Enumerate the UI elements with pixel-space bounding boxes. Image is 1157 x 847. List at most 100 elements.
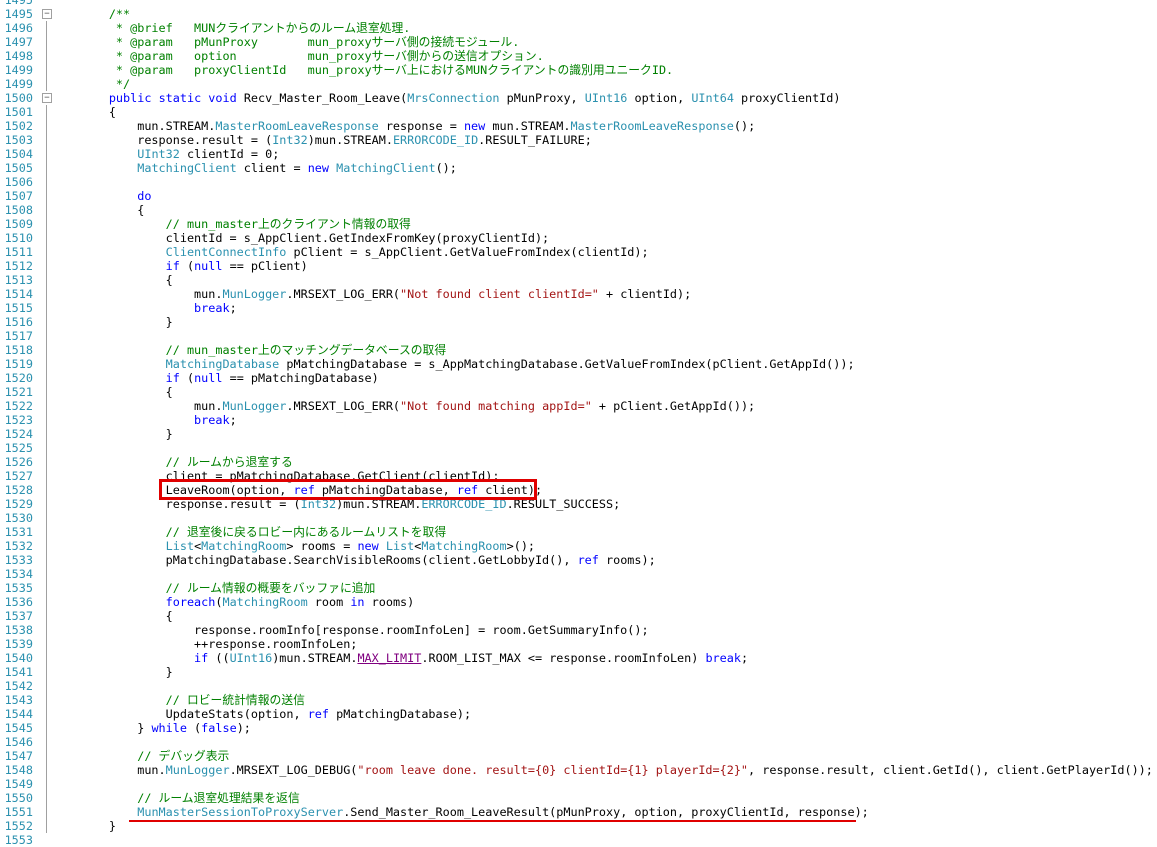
code-line[interactable]: 1518 // mun_master上のマッチングデータベースの取得	[0, 343, 1157, 357]
code-line[interactable]: 1535 // ルーム情報の概要をバッファに追加	[0, 581, 1157, 595]
fold-guide	[46, 637, 47, 651]
code-line[interactable]: 1540 if ((UInt16)mun.STREAM.MAX_LIMIT.RO…	[0, 651, 1157, 665]
code-token: // mun_master上のマッチングデータベースの取得	[52, 343, 447, 357]
code-line[interactable]: 1531 // 退室後に戻るロビー内にあるルームリストを取得	[0, 525, 1157, 539]
code-line[interactable]: 1543 // ロビー統計情報の送信	[0, 693, 1157, 707]
code-line[interactable]: 1521 {	[0, 385, 1157, 399]
line-number: 1532	[4, 539, 33, 553]
code-line[interactable]: 1522 mun.MunLogger.MRSEXT_LOG_ERR("Not f…	[0, 399, 1157, 413]
fold-guide	[46, 539, 47, 553]
code-line[interactable]: 1533 pMatchingDatabase.SearchVisibleRoom…	[0, 553, 1157, 567]
code-token: mun.STREAM.	[52, 119, 216, 133]
code-line[interactable]: 1524 }	[0, 427, 1157, 441]
code-line[interactable]: 1505 MatchingClient client = new Matchin…	[0, 161, 1157, 175]
code-line[interactable]: 1530	[0, 511, 1157, 525]
fold-guide	[46, 119, 47, 133]
code-line[interactable]: 1495− /**	[0, 7, 1157, 21]
code-line[interactable]: 1498 * @param option mun_proxyサーバ側からの送信オ…	[0, 49, 1157, 63]
code-line[interactable]: 1550 // ルーム退室処理結果を返信	[0, 791, 1157, 805]
code-line[interactable]: 1532 List<MatchingRoom> rooms = new List…	[0, 539, 1157, 553]
code-line[interactable]: 1547 // デバッグ表示	[0, 749, 1157, 763]
code-line[interactable]: 1519 MatchingDatabase pMatchingDatabase …	[0, 357, 1157, 371]
code-line[interactable]: 1499 */	[0, 77, 1157, 91]
code-line[interactable]: 1497 * @param pMunProxy mun_proxyサーバ側の接続…	[0, 35, 1157, 49]
code-text: if (null == pMatchingDatabase)	[52, 371, 379, 385]
code-token: (	[186, 721, 202, 735]
code-text: mun.MunLogger.MRSEXT_LOG_ERR("Not found …	[52, 287, 691, 301]
code-line[interactable]: 1513 {	[0, 273, 1157, 287]
code-line[interactable]: 1517	[0, 329, 1157, 343]
code-line[interactable]: 1499 * @param proxyClientId mun_proxyサーバ…	[0, 63, 1157, 77]
code-line[interactable]: 1549	[0, 777, 1157, 791]
code-line[interactable]: 1509 // mun_master上のクライアント情報の取得	[0, 217, 1157, 231]
code-token: room	[307, 595, 351, 609]
code-token: "Not found matching appId="	[400, 399, 592, 413]
code-line[interactable]: 1539 ++response.roomInfoLen;	[0, 637, 1157, 651]
code-line[interactable]: 1508 {	[0, 203, 1157, 217]
line-number: 1502	[4, 119, 33, 133]
code-line[interactable]: 1551 MunMasterSessionToProxyServer.Send_…	[0, 805, 1157, 819]
collapse-icon[interactable]: −	[42, 9, 52, 19]
code-line[interactable]: 1514 mun.MunLogger.MRSEXT_LOG_ERR("Not f…	[0, 287, 1157, 301]
code-line[interactable]: 1506	[0, 175, 1157, 189]
line-number: 1518	[4, 343, 33, 357]
code-line[interactable]: 1515 break;	[0, 301, 1157, 315]
code-line[interactable]: 1542	[0, 679, 1157, 693]
code-line[interactable]: 1541 }	[0, 665, 1157, 679]
code-token: proxyClientId)	[733, 91, 841, 105]
code-text: mun.STREAM.MasterRoomLeaveResponse respo…	[52, 119, 755, 133]
fold-guide	[46, 665, 47, 679]
fold-guide	[46, 189, 47, 203]
line-number: 1546	[4, 735, 33, 749]
code-editor[interactable]: 1495 1495− /** 1496 * @brief MUNクライアントからのル…	[0, 0, 1157, 847]
code-line[interactable]: 1520 if (null == pMatchingDatabase)	[0, 371, 1157, 385]
fold-guide	[46, 343, 47, 357]
code-token: new	[463, 119, 486, 133]
code-token: mun.	[52, 287, 223, 301]
fold-guide	[46, 693, 47, 707]
code-line[interactable]: 1495	[0, 0, 1157, 7]
code-token: response.result = (	[52, 133, 273, 147]
code-line[interactable]: 1525	[0, 441, 1157, 455]
line-number: 1526	[4, 455, 33, 469]
code-token: * @param proxyClientId mun_proxyサーバ上における…	[52, 63, 674, 77]
code-token: ++response.roomInfoLen;	[52, 637, 358, 651]
code-line[interactable]: 1496 * @brief MUNクライアントからのルーム退室処理.	[0, 21, 1157, 35]
code-line[interactable]: 1548 mun.MunLogger.MRSEXT_LOG_DEBUG("roo…	[0, 763, 1157, 777]
line-number: 1503	[4, 133, 33, 147]
code-token: MunLogger	[165, 763, 230, 777]
code-token: ;	[229, 301, 237, 315]
code-line[interactable]: 1516 }	[0, 315, 1157, 329]
collapse-icon[interactable]: −	[42, 93, 52, 103]
code-line[interactable]: 1546	[0, 735, 1157, 749]
code-token: false	[201, 721, 237, 735]
code-line[interactable]: 1507 do	[0, 189, 1157, 203]
code-token: break	[705, 651, 741, 665]
code-line[interactable]: 1523 break;	[0, 413, 1157, 427]
code-line[interactable]: 1501 {	[0, 105, 1157, 119]
code-line[interactable]: 1545 } while (false);	[0, 721, 1157, 735]
code-token: // ルーム情報の概要をバッファに追加	[52, 581, 376, 595]
line-number: 1521	[4, 385, 33, 399]
code-line[interactable]: 1504 UInt32 clientId = 0;	[0, 147, 1157, 161]
code-line[interactable]: 1512 if (null == pClient)	[0, 259, 1157, 273]
code-line[interactable]: 1503 response.result = (Int32)mun.STREAM…	[0, 133, 1157, 147]
code-line[interactable]: 1536 foreach(MatchingRoom room in rooms)	[0, 595, 1157, 609]
fold-guide	[46, 581, 47, 595]
code-line[interactable]: 1526 // ルームから退室する	[0, 455, 1157, 469]
code-text: // mun_master上のクライアント情報の取得	[52, 217, 411, 231]
code-line[interactable]: 1500− public static void Recv_Master_Roo…	[0, 91, 1157, 105]
code-token: MunMasterSessionToProxyServer	[137, 805, 344, 819]
code-line[interactable]: 1537 {	[0, 609, 1157, 623]
code-line[interactable]: 1538 response.roomInfo[response.roomInfo…	[0, 623, 1157, 637]
code-line[interactable]: 1534	[0, 567, 1157, 581]
code-token: pMatchingDatabase);	[329, 707, 472, 721]
code-line[interactable]: 1544 UpdateStats(option, ref pMatchingDa…	[0, 707, 1157, 721]
code-line[interactable]: 1502 mun.STREAM.MasterRoomLeaveResponse …	[0, 119, 1157, 133]
line-number: 1519	[4, 357, 33, 371]
code-token: UInt16	[584, 91, 628, 105]
code-line[interactable]: 1553	[0, 833, 1157, 847]
code-text: response.result = (Int32)mun.STREAM.ERRO…	[52, 133, 592, 147]
code-line[interactable]: 1511 ClientConnectInfo pClient = s_AppCl…	[0, 245, 1157, 259]
code-line[interactable]: 1510 clientId = s_AppClient.GetIndexFrom…	[0, 231, 1157, 245]
